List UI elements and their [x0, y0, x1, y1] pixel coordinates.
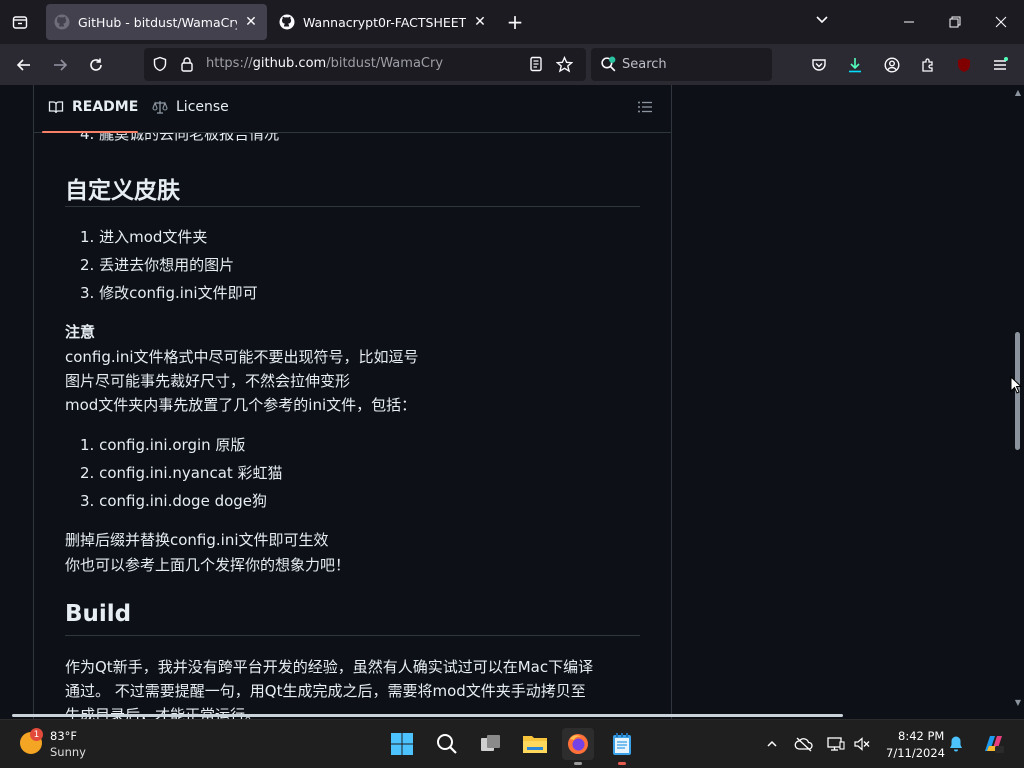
menu-icon[interactable]: [987, 52, 1013, 78]
clock-time[interactable]: 8:42 PM: [898, 729, 944, 743]
forward-arrow-icon[interactable]: [47, 52, 73, 78]
github-icon: [279, 14, 295, 30]
tab-title: Wannacrypt0r-FACTSHEET.md: [303, 14, 466, 30]
search-bar[interactable]: Search: [591, 48, 772, 81]
tab-wannacrypt-factsheet[interactable]: Wannacrypt0r-FACTSHEET.md ✕: [271, 4, 496, 40]
weather-alert-badge: 1: [30, 728, 43, 741]
reader-view-icon[interactable]: [528, 56, 544, 76]
notepad-icon[interactable]: [606, 728, 638, 760]
heading-divider: [65, 635, 640, 636]
tab-list-icon[interactable]: [8, 10, 32, 34]
address-bar[interactable]: https://github.com/bitdust/WamaCry: [144, 48, 586, 81]
book-icon: [48, 99, 64, 115]
clock-date[interactable]: 7/11/2024: [886, 746, 945, 760]
active-tab-underline: [42, 131, 138, 133]
onedrive-offline-icon[interactable]: [794, 734, 814, 754]
horizontal-scroll-thumb[interactable]: [12, 714, 843, 717]
section-heading: Build: [65, 601, 132, 627]
search-icon: [600, 56, 617, 77]
navigation-toolbar: https://github.com/bitdust/WamaCry Searc…: [0, 44, 1024, 105]
running-app-indicator: [574, 762, 582, 765]
taskbar-search-icon[interactable]: [431, 728, 463, 760]
law-scale-icon: [152, 99, 168, 115]
browser-tab-strip: GitHub - bitdust/WamaCry: a fa ✕ Wannacr…: [0, 0, 1024, 44]
list-item: 3. 修改config.ini文件即可: [80, 284, 258, 302]
chevron-up-icon[interactable]: [762, 734, 782, 754]
scroll-up-icon[interactable]: ▲: [1013, 87, 1023, 97]
close-tab-icon[interactable]: ✕: [243, 14, 259, 30]
list-item: 2. config.ini.nyancat 彩虹猫: [80, 464, 283, 482]
shield-icon[interactable]: [152, 56, 168, 76]
tab-github-wamacry[interactable]: GitHub - bitdust/WamaCry: a fa ✕: [46, 4, 267, 40]
copilot-icon[interactable]: [980, 734, 1006, 754]
extensions-icon[interactable]: [915, 52, 941, 78]
task-view-icon[interactable]: [475, 728, 507, 760]
paragraph-line: 图片尽可能事先裁好尺寸，不然会拉伸变形: [65, 372, 351, 390]
reload-icon[interactable]: [83, 52, 109, 78]
weather-temperature: 83°F: [50, 729, 77, 743]
ublock-icon[interactable]: [951, 52, 977, 78]
bookmark-star-icon[interactable]: [555, 55, 574, 77]
account-icon[interactable]: [879, 52, 905, 78]
tab-title: GitHub - bitdust/WamaCry: a fa: [78, 14, 237, 30]
note-title: 注意: [65, 323, 96, 341]
tab-readme[interactable]: README: [48, 99, 138, 115]
minimize-icon[interactable]: [895, 8, 923, 36]
paragraph-line: 作为Qt新手，我并没有跨平台开发的经验，虽然有人确实试过可以在Mac下编译: [65, 658, 594, 676]
new-tab-icon[interactable]: +: [503, 10, 527, 34]
file-explorer-icon[interactable]: [519, 728, 551, 760]
list-item: 1. 进入mod文件夹: [80, 228, 208, 246]
paragraph-line: mod文件夹内事先放置了几个参考的ini文件，包括：: [65, 396, 417, 414]
pocket-icon[interactable]: [806, 52, 832, 78]
readme-header: README License: [34, 85, 671, 133]
volume-muted-icon[interactable]: [852, 734, 872, 754]
list-item: 1. config.ini.orgin 原版: [80, 436, 246, 454]
url-scheme: https://: [206, 56, 253, 71]
paragraph-line: config.ini文件格式中尽可能不要出现符号，比如逗号: [65, 348, 419, 366]
heading-divider: [65, 206, 640, 207]
mouse-cursor-icon: [1010, 375, 1023, 398]
tab-license[interactable]: License: [152, 99, 229, 115]
paragraph-line: 你也可以参考上面几个发挥你的想象力吧！: [65, 556, 351, 574]
app-attention-indicator: [618, 762, 626, 765]
windows-start-icon[interactable]: [386, 728, 418, 760]
weather-condition: Sunny: [50, 745, 86, 759]
paragraph-line: 删掉后缀并替换config.ini文件即可生效: [65, 531, 329, 549]
windows-taskbar: 1 83°F Sunny 8:42 PM 7/11/2024: [0, 719, 1024, 768]
restore-icon[interactable]: [941, 8, 969, 36]
page-viewport: 4. 朧莫诚的去向老板报告情况 README License 自定义皮肤 1. …: [0, 85, 1024, 719]
url-text: https://github.com/bitdust/WamaCry: [206, 56, 443, 71]
scroll-down-icon[interactable]: ▼: [1013, 697, 1023, 707]
firefox-icon[interactable]: [562, 728, 594, 760]
back-arrow-icon[interactable]: [11, 52, 37, 78]
github-icon: [54, 14, 70, 30]
paragraph-line: 通过。 不过需要提醒一句，用Qt生成完成之后，需要将mod文件夹手动拷贝至: [65, 682, 586, 700]
chevron-down-icon[interactable]: [814, 12, 836, 32]
list-item: 3. config.ini.doge doge狗: [80, 492, 268, 510]
close-window-icon[interactable]: [987, 8, 1015, 36]
close-tab-icon[interactable]: ✕: [472, 14, 488, 30]
display-icon[interactable]: [826, 734, 846, 754]
search-placeholder: Search: [622, 57, 667, 72]
tab-readme-label: README: [72, 99, 139, 115]
url-path: /bitdust/WamaCry: [326, 56, 444, 71]
notification-bell-icon[interactable]: [946, 734, 966, 754]
url-host: github.com: [252, 56, 327, 71]
list-item: 2. 丢进去你想用的图片: [80, 256, 235, 274]
download-icon[interactable]: [842, 52, 868, 78]
table-of-contents-icon[interactable]: [637, 99, 655, 117]
tab-license-label: License: [176, 99, 229, 115]
section-heading: 自定义皮肤: [65, 178, 180, 204]
lock-icon[interactable]: [179, 56, 195, 76]
